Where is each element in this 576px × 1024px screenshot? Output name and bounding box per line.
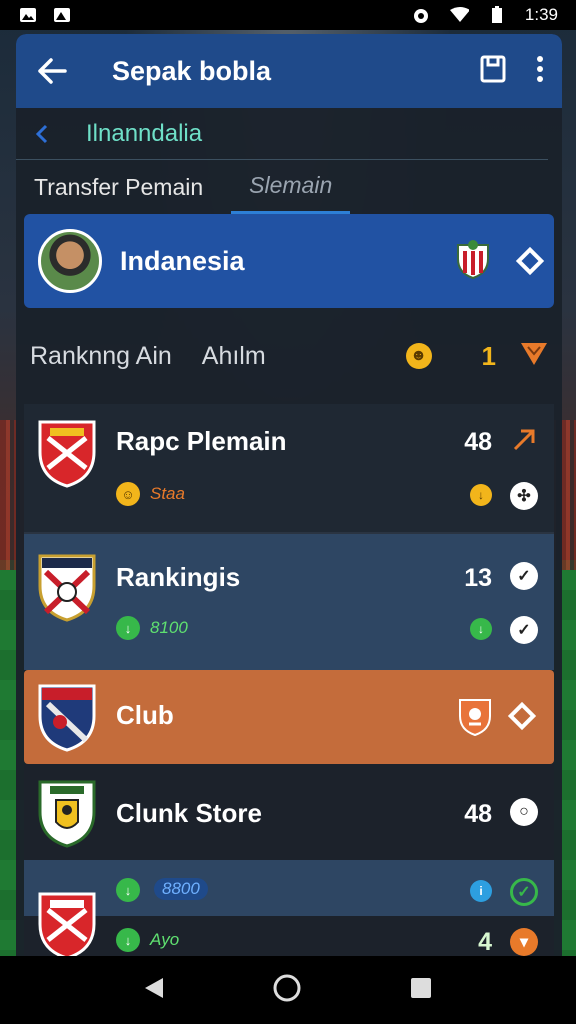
nav-back-button[interactable] <box>143 976 165 1005</box>
card-subtext: 8100 <box>150 618 188 637</box>
navigation-bar <box>0 956 576 1024</box>
save-icon <box>480 55 506 82</box>
back-button[interactable] <box>34 53 70 89</box>
club-crest-icon <box>38 420 96 488</box>
card-title: Rankingis <box>116 562 241 592</box>
gallery-notification-icon <box>52 6 72 24</box>
home-circle-icon <box>273 974 301 1001</box>
down-check-icon: ↓ <box>116 878 140 902</box>
nav-recents-button[interactable] <box>409 976 433 1005</box>
team-name: Indanesia <box>120 245 245 276</box>
smile-icon: ☺ <box>116 482 140 506</box>
app-panel: Sepak bobla Ilnanndalia Transfer Pemain … <box>16 34 562 956</box>
nav-home-button[interactable] <box>272 973 302 1008</box>
avatar <box>38 229 102 293</box>
club-crest-icon <box>38 780 96 848</box>
down-check-icon: ↓ <box>116 616 140 640</box>
status-time: 1:39 <box>524 5 558 24</box>
team-header-card[interactable]: Indanesia <box>24 214 554 308</box>
check-circle-icon[interactable]: ✓ <box>510 878 538 906</box>
orange-crest-icon <box>458 696 492 741</box>
arrow-up-right-icon[interactable] <box>510 426 538 454</box>
check-circle-icon[interactable]: ✓ <box>510 562 538 590</box>
sub-header: Ilnanndalia <box>16 108 548 160</box>
back-small-icon <box>35 124 48 143</box>
tab-transfer-pemain[interactable]: Transfer Pemain <box>16 160 221 214</box>
bookmark-button[interactable] <box>480 55 506 88</box>
list-item[interactable]: Clunk Store 48 ○ <box>24 764 554 860</box>
triangle-back-icon <box>145 977 164 998</box>
wifi-icon <box>449 6 469 24</box>
alarm-icon <box>411 6 431 24</box>
status-bar: 1:39 <box>0 0 576 30</box>
battery-icon <box>487 6 507 24</box>
photo-notification-icon <box>18 6 38 24</box>
card-title: Rapc Plemain <box>116 426 287 456</box>
arrow-left-icon <box>38 58 67 84</box>
diamond-icon[interactable] <box>515 246 545 276</box>
diamond-icon[interactable] <box>507 701 537 731</box>
card-subtext: Staa <box>150 484 185 503</box>
card-subtext: 8800 <box>154 878 208 900</box>
card-title: Club <box>116 700 174 730</box>
card-number: 4 <box>478 928 492 956</box>
ranking-label: Ranknng Ain <box>30 341 172 370</box>
app-bar: Sepak bobla <box>16 34 562 108</box>
list-item[interactable]: Rankingis 13 ✓ ↓ 8100 ↓ ✓ <box>24 534 554 670</box>
team-crest-icon <box>456 239 490 284</box>
down-arrow-icon: ↓ <box>470 618 492 640</box>
chevron-down-icon[interactable]: ▾ <box>510 928 538 956</box>
list-item[interactable]: Rapc Plemain 48 ☺ Staa ↓ ✣ <box>24 404 554 534</box>
coin-icon: ☻ <box>405 343 432 369</box>
ranking-row: Ranknng Ain Ahılm ☻ 1 <box>16 308 562 404</box>
card-number: 48 <box>464 800 492 828</box>
more-vert-icon <box>537 55 543 82</box>
down-check-icon: ↓ <box>116 928 140 952</box>
shield-icon <box>520 340 548 373</box>
list-item[interactable]: ↓ 8800 i ✓ ↓ Ayo 4 ▾ <box>24 860 554 956</box>
tab-bar: Transfer Pemain Slemain <box>16 160 562 214</box>
page-title: Sepak bobla <box>112 55 272 86</box>
card-title: Clunk Store <box>116 798 262 828</box>
share-icon[interactable]: ✣ <box>510 482 538 510</box>
list-item-club[interactable]: Club <box>24 670 554 764</box>
tab-slemain[interactable]: Slemain <box>231 160 351 214</box>
info-icon: i <box>470 880 492 902</box>
card-number: 48 <box>464 428 492 456</box>
ranking-sublabel: Ahılm <box>201 341 266 370</box>
circle-icon[interactable]: ○ <box>510 798 538 826</box>
ranking-number: 1 <box>481 340 496 371</box>
club-crest-icon <box>38 892 96 956</box>
club-crest-icon <box>38 554 96 622</box>
down-arrow-icon: ↓ <box>470 484 492 506</box>
card-number: 13 <box>464 564 492 592</box>
square-recents-icon <box>410 977 431 998</box>
card-subtext: Ayo <box>150 930 180 949</box>
check-icon[interactable]: ✓ <box>510 616 538 644</box>
club-crest-icon <box>38 684 96 752</box>
more-options-button[interactable] <box>536 55 544 88</box>
sub-header-text: Ilnanndalia <box>86 119 203 147</box>
